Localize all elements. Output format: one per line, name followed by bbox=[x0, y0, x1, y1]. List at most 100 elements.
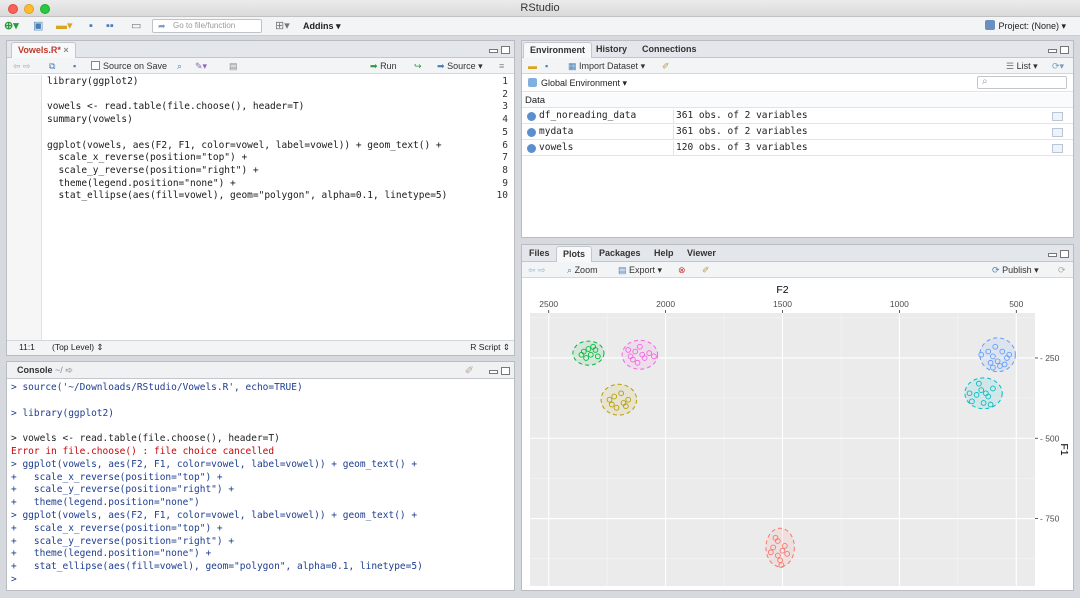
save-icon[interactable]: ▪ bbox=[89, 20, 93, 33]
tab-vowels-r[interactable]: Vowels.R* × bbox=[11, 42, 76, 58]
code-line[interactable]: theme(legend.position="none") + bbox=[47, 178, 235, 191]
list-view-selector[interactable]: ☰ List ▾ bbox=[1006, 60, 1038, 72]
close-window-button[interactable] bbox=[8, 4, 18, 14]
line-number: 3 bbox=[502, 101, 508, 113]
console-line: > source('~/Downloads/RStudio/Vowels.R',… bbox=[11, 382, 303, 393]
expand-object-icon[interactable] bbox=[527, 144, 536, 153]
show-in-window-icon[interactable]: ⧉ bbox=[49, 60, 55, 72]
maximize-plots-icon[interactable] bbox=[1060, 250, 1069, 258]
close-tab-icon[interactable]: × bbox=[63, 45, 68, 55]
clear-plots-icon[interactable]: ✐ bbox=[702, 264, 710, 276]
rerun-icon[interactable]: ↪ bbox=[414, 60, 422, 72]
print-icon[interactable]: ▭ bbox=[131, 20, 141, 33]
code-line[interactable]: vowels <- read.table(file.choose(), head… bbox=[47, 101, 304, 114]
tab-files[interactable]: Files bbox=[523, 246, 556, 262]
console-line: + scale_y_reverse(position="right") + bbox=[11, 484, 235, 496]
clear-console-icon[interactable]: ✐ bbox=[465, 364, 474, 377]
addins-menu[interactable]: Addins ▾ bbox=[303, 20, 341, 33]
goto-dir-icon[interactable]: ➪ bbox=[65, 365, 73, 375]
code-line[interactable]: ggplot(vowels, aes(F2, F1, color=vowel, … bbox=[47, 140, 442, 153]
environment-toolbar: ▬ ▪ ▦ Import Dataset ▾ ✐ ☰ List ▾ ⟳▾ bbox=[522, 58, 1073, 74]
maximize-env-icon[interactable] bbox=[1060, 46, 1069, 54]
global-env-selector[interactable]: Global Environment ▾ bbox=[528, 77, 627, 89]
minimize-window-button[interactable] bbox=[24, 4, 34, 14]
pane-layout-icon[interactable]: ⊞▾ bbox=[275, 20, 290, 33]
back-forward-icon[interactable]: ⇦ ⇨ bbox=[13, 60, 31, 72]
save-all-icon[interactable]: ▪▪ bbox=[106, 20, 114, 33]
env-row[interactable]: mydata 361 obs. of 2 variables bbox=[522, 125, 1073, 140]
tab-environment[interactable]: Environment bbox=[523, 42, 593, 58]
x-tick-label: 2000 bbox=[656, 299, 675, 309]
column-separator bbox=[673, 125, 674, 139]
expand-object-icon[interactable] bbox=[527, 112, 536, 121]
y-axis-title: F1 bbox=[1058, 443, 1070, 455]
publish-button[interactable]: ⟳ Publish ▾ bbox=[992, 264, 1039, 276]
tab-history[interactable]: History bbox=[590, 42, 633, 58]
view-table-icon[interactable] bbox=[1052, 128, 1063, 137]
compile-report-icon[interactable]: ▤ bbox=[229, 60, 238, 72]
save-workspace-icon[interactable]: ▪ bbox=[545, 60, 548, 72]
save-source-icon[interactable]: ▪ bbox=[73, 60, 76, 72]
env-row[interactable]: df_noreading_data 361 obs. of 2 variables bbox=[522, 109, 1073, 124]
zoom-window-button[interactable] bbox=[40, 4, 50, 14]
zoom-icon: ⌕ bbox=[567, 265, 573, 275]
project-label: Project: (None) bbox=[998, 21, 1059, 31]
x-tick-label: 500 bbox=[1009, 299, 1023, 309]
tab-viewer[interactable]: Viewer bbox=[681, 246, 722, 262]
console-line: > vowels <- read.table(file.choose(), he… bbox=[11, 433, 280, 445]
outline-icon[interactable]: ≡ bbox=[499, 60, 504, 72]
scope-selector[interactable]: (Top Level) ⇕ bbox=[52, 341, 104, 354]
environment-tabstrip: Environment History Connections bbox=[522, 41, 1073, 58]
code-line[interactable]: scale_y_reverse(position="right") + bbox=[47, 165, 258, 178]
export-button[interactable]: ▤ Export ▾ bbox=[618, 264, 662, 276]
maximize-console-icon[interactable] bbox=[501, 367, 510, 375]
publish-label: Publish bbox=[1002, 265, 1032, 275]
console-window-controls bbox=[486, 366, 510, 378]
load-workspace-icon[interactable]: ▬ bbox=[528, 60, 537, 72]
expand-object-icon[interactable] bbox=[527, 128, 536, 137]
run-button[interactable]: ➡ Run bbox=[370, 60, 397, 72]
object-summary: 120 obs. of 3 variables bbox=[676, 142, 808, 153]
tab-plots[interactable]: Plots bbox=[556, 246, 593, 262]
env-row[interactable]: vowels 120 obs. of 3 variables bbox=[522, 141, 1073, 156]
zoom-button[interactable]: ⌕ Zoom bbox=[567, 264, 598, 276]
run-arrow-icon: ➡ bbox=[370, 61, 378, 71]
column-separator bbox=[673, 109, 674, 123]
filetype-selector[interactable]: R Script ⇕ bbox=[470, 341, 510, 354]
search-icon[interactable]: ⌕ bbox=[177, 60, 182, 72]
tab-console[interactable]: Console ~/ ➪ bbox=[11, 363, 79, 379]
code-line[interactable]: scale_x_reverse(position="top") + bbox=[47, 152, 247, 165]
source-button[interactable]: ➡ Source ▾ bbox=[437, 60, 483, 72]
new-project-icon[interactable]: ▣ bbox=[33, 20, 43, 33]
refresh-plot-icon[interactable]: ⟳ bbox=[1058, 264, 1066, 276]
broom-icon[interactable]: ✐ bbox=[662, 60, 670, 72]
source-on-save-checkbox[interactable]: Source on Save bbox=[91, 60, 167, 72]
code-tools-icon[interactable]: ✎▾ bbox=[195, 60, 207, 72]
tab-connections[interactable]: Connections bbox=[636, 42, 703, 58]
source-toolbar: ⇦ ⇨ ⧉ ▪ Source on Save ⌕ ✎▾ ▤ ➡ Run ↪ ➡ … bbox=[7, 58, 514, 74]
console-line: > bbox=[11, 574, 17, 585]
import-dataset-button[interactable]: ▦ Import Dataset ▾ bbox=[568, 60, 645, 72]
view-table-icon[interactable] bbox=[1052, 144, 1063, 153]
goto-file-input[interactable]: ➦ Go to file/function bbox=[152, 19, 262, 33]
minimize-plots-icon[interactable] bbox=[1048, 253, 1057, 257]
minimize-console-icon[interactable] bbox=[489, 370, 498, 374]
zoom-label: Zoom bbox=[574, 265, 598, 275]
tab-help[interactable]: Help bbox=[648, 246, 680, 262]
remove-plot-icon[interactable]: ⊗ bbox=[678, 264, 686, 276]
maximize-pane-icon[interactable] bbox=[501, 46, 510, 54]
refresh-env-icon[interactable]: ⟳▾ bbox=[1052, 60, 1064, 72]
minimize-pane-icon[interactable] bbox=[489, 49, 498, 53]
open-file-icon[interactable]: ▬▾ bbox=[56, 20, 73, 33]
code-line[interactable]: stat_ellipse(aes(fill=vowel), geom="poly… bbox=[47, 190, 447, 203]
minimize-env-icon[interactable] bbox=[1048, 49, 1057, 53]
object-name: mydata bbox=[539, 126, 574, 137]
code-line[interactable]: summary(vowels) bbox=[47, 114, 133, 127]
code-line[interactable]: library(ggplot2) bbox=[47, 76, 139, 89]
view-table-icon[interactable] bbox=[1052, 112, 1063, 121]
new-file-icon[interactable]: ⊕▾ bbox=[4, 20, 19, 33]
prev-next-plot-icon[interactable]: ⇦ ⇨ bbox=[528, 264, 546, 276]
env-search-input[interactable]: ⌕ bbox=[977, 76, 1067, 89]
tab-packages[interactable]: Packages bbox=[593, 246, 647, 262]
project-menu[interactable]: Project: (None) ▾ bbox=[985, 20, 1066, 33]
